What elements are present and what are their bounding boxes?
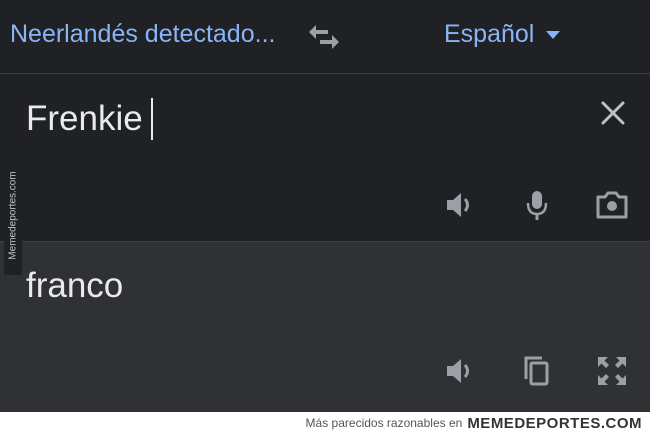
footer-text: Más parecidos razonables en — [305, 416, 463, 430]
language-bar: Neerlandés detectado... Español — [0, 0, 650, 74]
translation-text: franco — [26, 266, 124, 305]
camera-icon[interactable] — [595, 188, 629, 222]
speaker-icon[interactable] — [443, 354, 477, 388]
copy-icon[interactable] — [519, 354, 553, 388]
source-text-value: Frenkie — [26, 99, 143, 138]
microphone-icon[interactable] — [520, 188, 554, 222]
swap-icon[interactable] — [306, 22, 342, 52]
source-text-panel: Frenkie — [0, 74, 650, 241]
translation-panel: franco — [0, 242, 650, 412]
speaker-icon[interactable] — [443, 188, 477, 222]
fullscreen-icon[interactable] — [595, 354, 629, 388]
text-cursor — [150, 98, 153, 140]
source-language-button[interactable]: Neerlandés detectado... — [10, 20, 275, 49]
source-text-input[interactable]: Frenkie — [26, 98, 153, 140]
footer-watermark: Más parecidos razonables en MEMEDEPORTES… — [0, 412, 650, 434]
target-language-label: Español — [444, 20, 535, 48]
footer-brand: MEMEDEPORTES.COM — [467, 414, 642, 432]
close-icon[interactable] — [598, 98, 628, 128]
target-language-button[interactable]: Español — [444, 20, 561, 49]
chevron-down-icon — [546, 30, 561, 39]
side-watermark: Memedeportes.com — [4, 155, 22, 275]
side-watermark-text: Memedeportes.com — [7, 170, 19, 260]
